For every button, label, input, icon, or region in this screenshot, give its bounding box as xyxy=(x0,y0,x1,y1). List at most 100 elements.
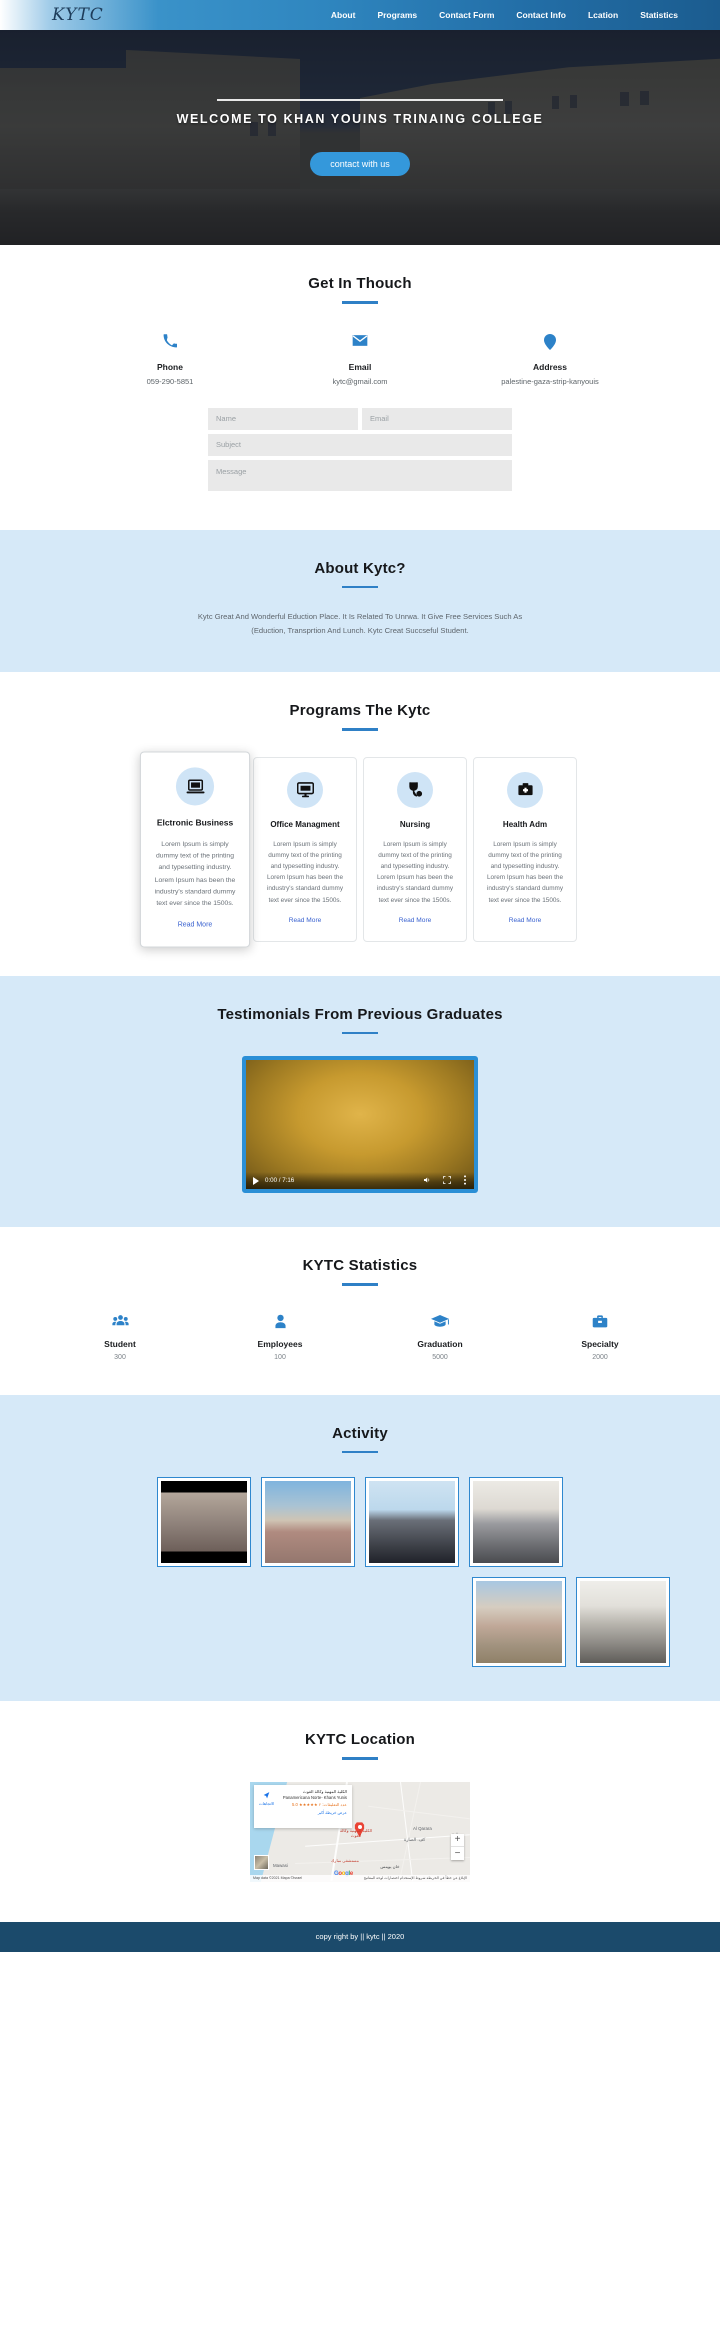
stat-label: Student xyxy=(104,1338,136,1349)
campus-street-photo xyxy=(265,1481,351,1564)
read-more-link[interactable]: Read More xyxy=(289,917,322,924)
map-pin-label: الكلية المهنية وكالة الغوث xyxy=(339,1827,373,1838)
contact-label-email: Email xyxy=(348,361,372,372)
map-directions-button[interactable]: الاتجاهات xyxy=(259,1791,274,1806)
nav-link-location[interactable]: Lcation xyxy=(588,10,618,20)
title-underline xyxy=(342,728,378,731)
nav-link-about[interactable]: About xyxy=(331,10,356,20)
title-underline xyxy=(342,301,378,304)
video-controls-bar[interactable]: 0:00 / 7:16 xyxy=(246,1172,474,1190)
programs-section-title: Programs The Kytc xyxy=(289,702,431,720)
map-place-card[interactable]: الكلية المهنية وكالة الغوث Panamericana … xyxy=(254,1784,352,1828)
message-textarea[interactable] xyxy=(208,459,512,491)
copyright-text: copy right by || kytc || 2020 xyxy=(315,1932,405,1942)
stat-value: 300 xyxy=(114,1353,126,1361)
program-title: Health Adm xyxy=(502,819,548,829)
location-section: KYTC Location الكلية المهنية وكالة الغوث… xyxy=(0,1701,720,1922)
users-group-icon xyxy=(40,1314,200,1332)
contact-section-title: Get In Thouch xyxy=(308,275,412,292)
map-star-icons: ★★★★★ xyxy=(299,1802,318,1808)
stat-item-specialty: Specialty 2000 xyxy=(520,1314,680,1361)
stethoscope-icon xyxy=(397,771,433,808)
map-attribution: Map data ©2021 Mapa ©Israel xyxy=(253,1876,303,1881)
contact-item-address: Address palestine-gaza-strip-kanyouis xyxy=(455,333,645,386)
read-more-link[interactable]: Read More xyxy=(178,921,213,928)
gallery-item[interactable] xyxy=(469,1477,563,1568)
gallery-item[interactable] xyxy=(261,1477,355,1568)
graduation-cap-icon xyxy=(360,1314,520,1332)
contact-item-email: Email kytc@gmail.com xyxy=(265,334,455,386)
laptop-icon xyxy=(175,766,215,806)
program-card-electronic-business[interactable]: Elctronic Business Lorem Ipsum is simply… xyxy=(139,751,251,948)
statistics-section: KYTC Statistics Student 300 Employees 10… xyxy=(0,1227,720,1395)
stat-label: Employees xyxy=(257,1338,303,1349)
title-underline xyxy=(342,1450,378,1454)
activity-gallery xyxy=(46,1477,674,1668)
program-description: Lorem Ipsum is simply dummy text of the … xyxy=(486,840,564,904)
fullscreen-icon[interactable] xyxy=(443,1176,451,1186)
nav-link-contact-form[interactable]: Contact Form xyxy=(439,10,494,20)
read-more-link[interactable]: Read More xyxy=(509,917,542,924)
gallery-item[interactable] xyxy=(472,1577,566,1668)
japan-gaza-award-ceremony-photo xyxy=(369,1481,455,1564)
hero-title: WELCOME TO KHAN YOUINS TRINAING COLLEGE xyxy=(176,112,544,126)
stat-item-student: Student 300 xyxy=(40,1314,200,1361)
program-title: Elctronic Business xyxy=(156,817,234,828)
about-section-title: About Kytc? xyxy=(314,559,406,577)
name-input[interactable] xyxy=(208,407,358,430)
title-underline xyxy=(342,585,378,588)
map-zoom-out-button[interactable]: − xyxy=(451,1847,464,1860)
contact-item-phone: Phone 059-290-5851 xyxy=(75,333,265,386)
nav-link-programs[interactable]: Programs xyxy=(377,10,417,20)
map-zoom-controls[interactable]: + − xyxy=(451,1833,464,1860)
stat-value: 2000 xyxy=(592,1353,608,1361)
play-icon[interactable] xyxy=(253,1176,259,1185)
program-description: Lorem Ipsum is simply dummy text of the … xyxy=(266,840,344,904)
map-rating-value: 5.0 xyxy=(292,1802,298,1808)
contact-with-us-button[interactable]: contact with us xyxy=(310,152,410,176)
contact-form xyxy=(208,407,512,496)
page-footer: copy right by || kytc || 2020 xyxy=(0,1921,720,1952)
map-street-view-thumbnail[interactable] xyxy=(254,1854,269,1870)
gallery-item[interactable] xyxy=(157,1477,251,1568)
map-view-larger-link[interactable]: عرض خريطة أكبر xyxy=(259,1810,347,1815)
medical-briefcase-icon xyxy=(507,771,543,808)
program-card-nursing[interactable]: Nursing Lorem Ipsum is simply dummy text… xyxy=(363,756,467,942)
envelope-icon xyxy=(265,334,455,354)
program-card-office-management[interactable]: Office Managment Lorem Ipsum is simply d… xyxy=(253,756,357,942)
nav-link-contact-info[interactable]: Contact Info xyxy=(516,10,566,20)
programs-section: Programs The Kytc Elctronic Business Lor… xyxy=(0,672,720,976)
nav-link-statistics[interactable]: Statistics xyxy=(640,10,678,20)
testimonials-section: Testimonials From Previous Graduates 0:0… xyxy=(0,975,720,1228)
program-card-health-adm[interactable]: Health Adm Lorem Ipsum is simply dummy t… xyxy=(473,756,577,942)
site-logo[interactable]: KYTC xyxy=(52,5,104,25)
email-input[interactable] xyxy=(362,407,512,430)
map-hospital-label: مستشفى مبارك xyxy=(330,1857,359,1863)
kebab-menu-icon[interactable] xyxy=(463,1175,467,1187)
stat-item-graduation: Graduation 5000 xyxy=(360,1314,520,1361)
main-navigation: About Programs Contact Form Contact Info… xyxy=(331,10,678,20)
gallery-item[interactable] xyxy=(365,1477,459,1568)
about-section: About Kytc? Kytc Great And Wonderful Edu… xyxy=(0,529,720,673)
program-description: Lorem Ipsum is simply dummy text of the … xyxy=(154,840,236,907)
map-zoom-in-button[interactable]: + xyxy=(451,1834,464,1847)
desktop-monitor-icon xyxy=(287,771,323,808)
stat-label: Graduation xyxy=(417,1338,463,1349)
testimonials-section-title: Testimonials From Previous Graduates xyxy=(217,1005,503,1023)
map-terms[interactable]: الإبلاغ عن خطأ في الخريطة شروط الإستخدام… xyxy=(364,1876,467,1880)
subject-input[interactable] xyxy=(208,433,512,456)
testimonial-video-player[interactable]: 0:00 / 7:16 xyxy=(242,1056,478,1194)
google-map-embed[interactable]: الكلية المهنية وكالة الغوث Panamericana … xyxy=(250,1781,470,1882)
title-underline xyxy=(342,1031,378,1035)
stat-value: 5000 xyxy=(432,1353,448,1361)
map-mawasi-label: Mawasi xyxy=(273,1862,288,1868)
gallery-item[interactable] xyxy=(576,1577,670,1668)
statistics-row: Student 300 Employees 100 Graduation 500… xyxy=(0,1314,720,1361)
contact-value-phone: 059-290-5851 xyxy=(146,376,194,386)
map-road xyxy=(305,1834,470,1847)
volume-icon[interactable] xyxy=(423,1176,431,1186)
read-more-link[interactable]: Read More xyxy=(399,917,432,924)
map-area-label: Al Qarara xyxy=(413,1825,432,1831)
hero-divider-rule xyxy=(217,99,503,101)
statistics-section-title: KYTC Statistics xyxy=(302,1257,418,1275)
